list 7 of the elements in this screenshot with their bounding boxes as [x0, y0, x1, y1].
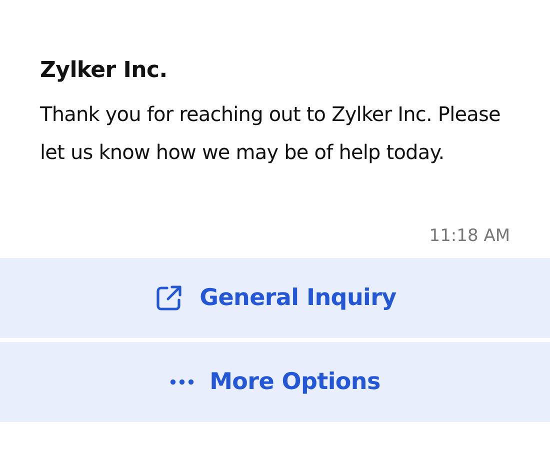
message-time: 11:18 AM — [429, 226, 510, 246]
message-text: Thank you for reaching out to Zylker Inc. Please let us know how we may be of help today. — [40, 101, 502, 166]
more-icon — [170, 379, 194, 385]
sender-name: Zylker Inc. — [40, 58, 168, 83]
action-button[interactable]: General Inquiry — [0, 258, 550, 338]
external-link-icon — [154, 283, 184, 313]
more-options-button[interactable]: More Options — [0, 342, 550, 422]
